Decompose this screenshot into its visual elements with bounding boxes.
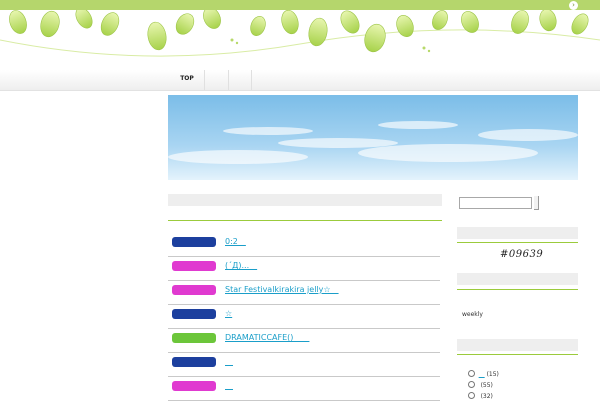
entry-link[interactable]: Star Festivalkirakira jelly☆ (225, 285, 339, 295)
list-item: 0:2 (168, 233, 440, 257)
sidebar-heading-categories (457, 339, 578, 351)
access-counter: #09639 (500, 249, 544, 260)
list-item: ☆ (168, 305, 440, 329)
list-item: Star Festivalkirakira jelly☆ (168, 281, 440, 305)
category-item: (15) (460, 361, 499, 378)
category-tag (172, 261, 216, 271)
entry-link[interactable]: DRAMATICCAFE() (225, 333, 309, 343)
search-button[interactable] (534, 196, 539, 210)
entry-link[interactable]: ☆ (225, 309, 232, 319)
sky-header-image (168, 95, 578, 180)
category-item: (32) (460, 383, 499, 400)
list-item (168, 377, 440, 401)
bullet-icon (467, 392, 475, 399)
top-bar: › (0, 0, 600, 10)
entry-link[interactable]: 0:2 (225, 237, 246, 247)
sidebar-divider (457, 354, 578, 355)
category-tag (172, 285, 216, 295)
category-tag (172, 381, 216, 391)
nav-item-2[interactable] (205, 70, 229, 90)
search-input[interactable] (459, 197, 532, 209)
entry-link[interactable] (225, 381, 233, 391)
category-tag (172, 357, 216, 367)
main-divider (168, 220, 442, 221)
category-tag (172, 333, 216, 343)
leaf-banner (0, 10, 600, 57)
entry-link[interactable]: (´Д)... (225, 261, 257, 271)
sidebar-heading-ranking (457, 273, 578, 285)
sidebar-divider (457, 289, 578, 290)
list-item: DRAMATICCAFE() (168, 329, 440, 353)
nav-item-3[interactable] (229, 70, 252, 90)
nav-bar: TOP (0, 70, 600, 91)
category-tag (172, 309, 216, 319)
main-heading-bar (168, 194, 442, 206)
sidebar-heading-counter (457, 227, 578, 239)
nav-item-top[interactable]: TOP (170, 70, 205, 90)
category-tag (172, 237, 216, 247)
entry-list: 0:2 (´Д)... Star Festivalkirakira jelly☆… (168, 233, 440, 401)
list-item: (´Д)... (168, 257, 440, 281)
category-list: (15) (55) (32) (460, 361, 499, 400)
list-item (168, 353, 440, 377)
expand-icon[interactable]: › (569, 1, 578, 10)
sidebar-divider (457, 242, 578, 243)
category-count: (32) (480, 393, 493, 400)
category-item: (55) (460, 372, 499, 389)
weekly-label: weekly (462, 311, 483, 318)
entry-link[interactable] (225, 357, 233, 367)
